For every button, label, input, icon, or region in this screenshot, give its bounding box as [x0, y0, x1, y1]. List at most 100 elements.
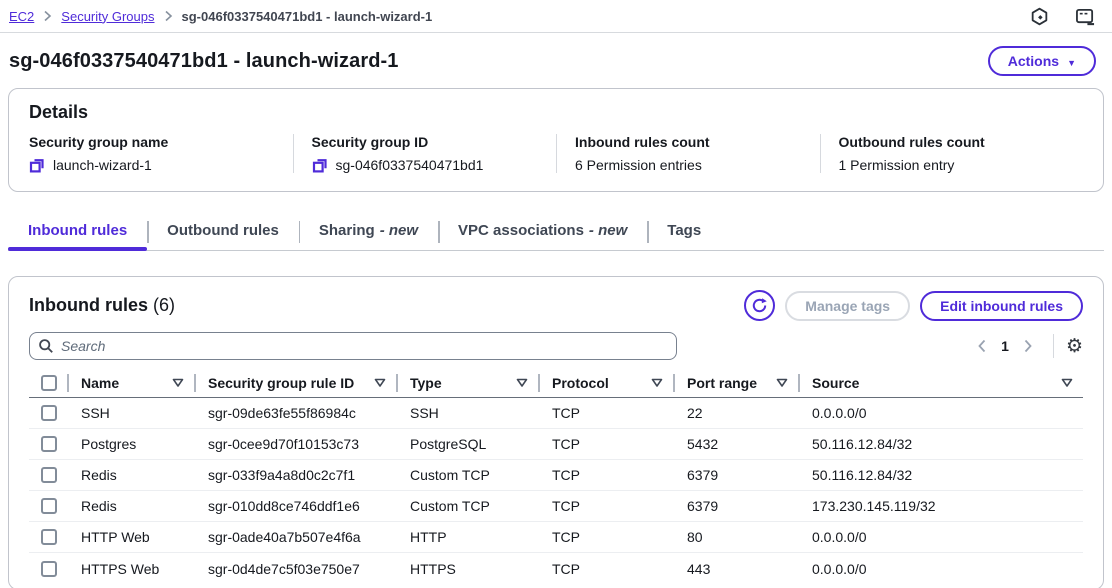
cell-source: 50.116.12.84/32 [798, 436, 1083, 452]
tab-sharing[interactable]: Sharing- new [299, 213, 438, 250]
current-page-number[interactable]: 1 [995, 338, 1015, 354]
amazon-q-icon[interactable] [1030, 7, 1049, 26]
chevron-down-icon: ▼ [1067, 58, 1076, 68]
select-all-checkbox[interactable] [41, 375, 57, 391]
tab-outbound-rules[interactable]: Outbound rules [147, 213, 299, 250]
cell-protocol: TCP [538, 561, 673, 577]
cell-name: Redis [67, 467, 194, 483]
table-row: Redis sgr-010dd8ce746ddf1e6 Custom TCP T… [29, 491, 1083, 522]
cell-type: Custom TCP [396, 498, 538, 514]
pagination: 1 ⚙ [969, 334, 1083, 358]
column-header-name: Name [67, 369, 194, 397]
cell-source: 50.116.12.84/32 [798, 467, 1083, 483]
refresh-button[interactable] [744, 290, 775, 321]
cell-rule-id: sgr-09de63fe55f86984c [194, 405, 396, 421]
table-header-row: Name Security group rule ID Type Protoco… [29, 369, 1083, 398]
cell-type: HTTPS [396, 561, 538, 577]
field-inbound-rules-count: Inbound rules count 6 Permission entries [556, 134, 820, 173]
previous-page-button[interactable] [969, 335, 995, 357]
divider [1053, 334, 1054, 358]
row-checkbox[interactable] [41, 498, 57, 514]
cell-rule-id: sgr-0d4de7c5f03e750e7 [194, 561, 396, 577]
edit-inbound-rules-button[interactable]: Edit inbound rules [920, 291, 1083, 321]
row-checkbox[interactable] [41, 529, 57, 545]
breadcrumb-current-page: sg-046f0337540471bd1 - launch-wizard-1 [182, 9, 433, 24]
table-row: Postgres sgr-0cee9d70f10153c73 PostgreSQ… [29, 429, 1083, 460]
cell-rule-id: sgr-0cee9d70f10153c73 [194, 436, 396, 452]
filter-icon[interactable] [516, 378, 528, 388]
cell-port-range: 6379 [673, 467, 798, 483]
top-navigation-bar: EC2 Security Groups sg-046f0337540471bd1… [0, 0, 1112, 33]
tab-tags[interactable]: Tags [647, 213, 721, 250]
field-label: Security group name [29, 134, 293, 150]
search-icon [38, 338, 54, 359]
cell-type: HTTP [396, 529, 538, 545]
table-row: SSH sgr-09de63fe55f86984c SSH TCP 22 0.0… [29, 398, 1083, 429]
inbound-rules-panel: Inbound rules(6) Manage tags Edit inboun… [8, 276, 1104, 588]
column-header-type: Type [396, 369, 538, 397]
cell-source: 173.230.145.119/32 [798, 498, 1083, 514]
cell-protocol: TCP [538, 529, 673, 545]
security-group-name-value: launch-wizard-1 [53, 157, 152, 173]
field-outbound-rules-count: Outbound rules count 1 Permission entry [820, 134, 1084, 173]
cell-port-range: 80 [673, 529, 798, 545]
security-group-id-value: sg-046f0337540471bd1 [336, 157, 484, 173]
page-title: sg-046f0337540471bd1 - launch-wizard-1 [9, 50, 399, 73]
table-row: HTTPS Web sgr-0d4de7c5f03e750e7 HTTPS TC… [29, 553, 1083, 584]
page-header: sg-046f0337540471bd1 - launch-wizard-1 A… [0, 33, 1112, 88]
breadcrumb-security-groups-link[interactable]: Security Groups [61, 9, 154, 24]
cell-port-range: 443 [673, 561, 798, 577]
table-row: Redis sgr-033f9a4a8d0c2c7f1 Custom TCP T… [29, 460, 1083, 491]
cell-name: Redis [67, 498, 194, 514]
cell-source: 0.0.0.0/0 [798, 561, 1083, 577]
details-heading: Details [29, 102, 1083, 123]
field-security-group-id: Security group ID sg-046f0337540471bd1 [293, 134, 557, 173]
next-page-button[interactable] [1015, 335, 1041, 357]
field-label: Outbound rules count [839, 134, 1084, 150]
cell-name: Postgres [67, 436, 194, 452]
copy-icon[interactable] [312, 157, 328, 173]
filter-icon[interactable] [776, 378, 788, 388]
field-label: Inbound rules count [575, 134, 820, 150]
row-checkbox[interactable] [41, 467, 57, 483]
breadcrumb: EC2 Security Groups sg-046f0337540471bd1… [9, 9, 432, 24]
column-header-rule-id: Security group rule ID [194, 369, 396, 397]
cell-source: 0.0.0.0/0 [798, 529, 1083, 545]
cell-port-range: 22 [673, 405, 798, 421]
tab-bar: Inbound rules Outbound rules Sharing- ne… [8, 213, 1104, 251]
chevron-right-icon [164, 10, 173, 22]
filter-icon[interactable] [374, 378, 386, 388]
settings-gear-icon[interactable]: ⚙ [1066, 337, 1083, 356]
row-checkbox[interactable] [41, 405, 57, 421]
cell-type: PostgreSQL [396, 436, 538, 452]
filter-icon[interactable] [651, 378, 663, 388]
filter-icon[interactable] [1061, 378, 1073, 388]
cell-name: HTTP Web [67, 529, 194, 545]
outbound-rules-count-value: 1 Permission entry [839, 157, 955, 173]
cell-protocol: TCP [538, 467, 673, 483]
column-header-protocol: Protocol [538, 369, 673, 397]
field-security-group-name: Security group name launch-wizard-1 [29, 134, 293, 173]
cell-type: Custom TCP [396, 467, 538, 483]
details-card: Details Security group name launch-wizar… [8, 88, 1104, 192]
panel-title: Inbound rules(6) [29, 295, 175, 316]
tab-inbound-rules[interactable]: Inbound rules [8, 213, 147, 250]
search-input[interactable] [29, 332, 677, 360]
copy-icon[interactable] [29, 157, 45, 173]
cloudshell-icon[interactable] [1075, 7, 1096, 26]
row-checkbox[interactable] [41, 561, 57, 577]
actions-button[interactable]: Actions▼ [988, 46, 1096, 76]
column-header-port-range: Port range [673, 369, 798, 397]
cell-source: 0.0.0.0/0 [798, 405, 1083, 421]
cell-protocol: TCP [538, 436, 673, 452]
cell-protocol: TCP [538, 405, 673, 421]
cell-name: HTTPS Web [67, 561, 194, 577]
breadcrumb-ec2-link[interactable]: EC2 [9, 9, 34, 24]
inbound-rules-count-value: 6 Permission entries [575, 157, 702, 173]
filter-icon[interactable] [172, 378, 184, 388]
tab-vpc-associations[interactable]: VPC associations- new [438, 213, 647, 250]
row-checkbox[interactable] [41, 436, 57, 452]
column-header-source: Source [798, 369, 1083, 397]
manage-tags-button[interactable]: Manage tags [785, 291, 910, 321]
chevron-right-icon [43, 10, 52, 22]
